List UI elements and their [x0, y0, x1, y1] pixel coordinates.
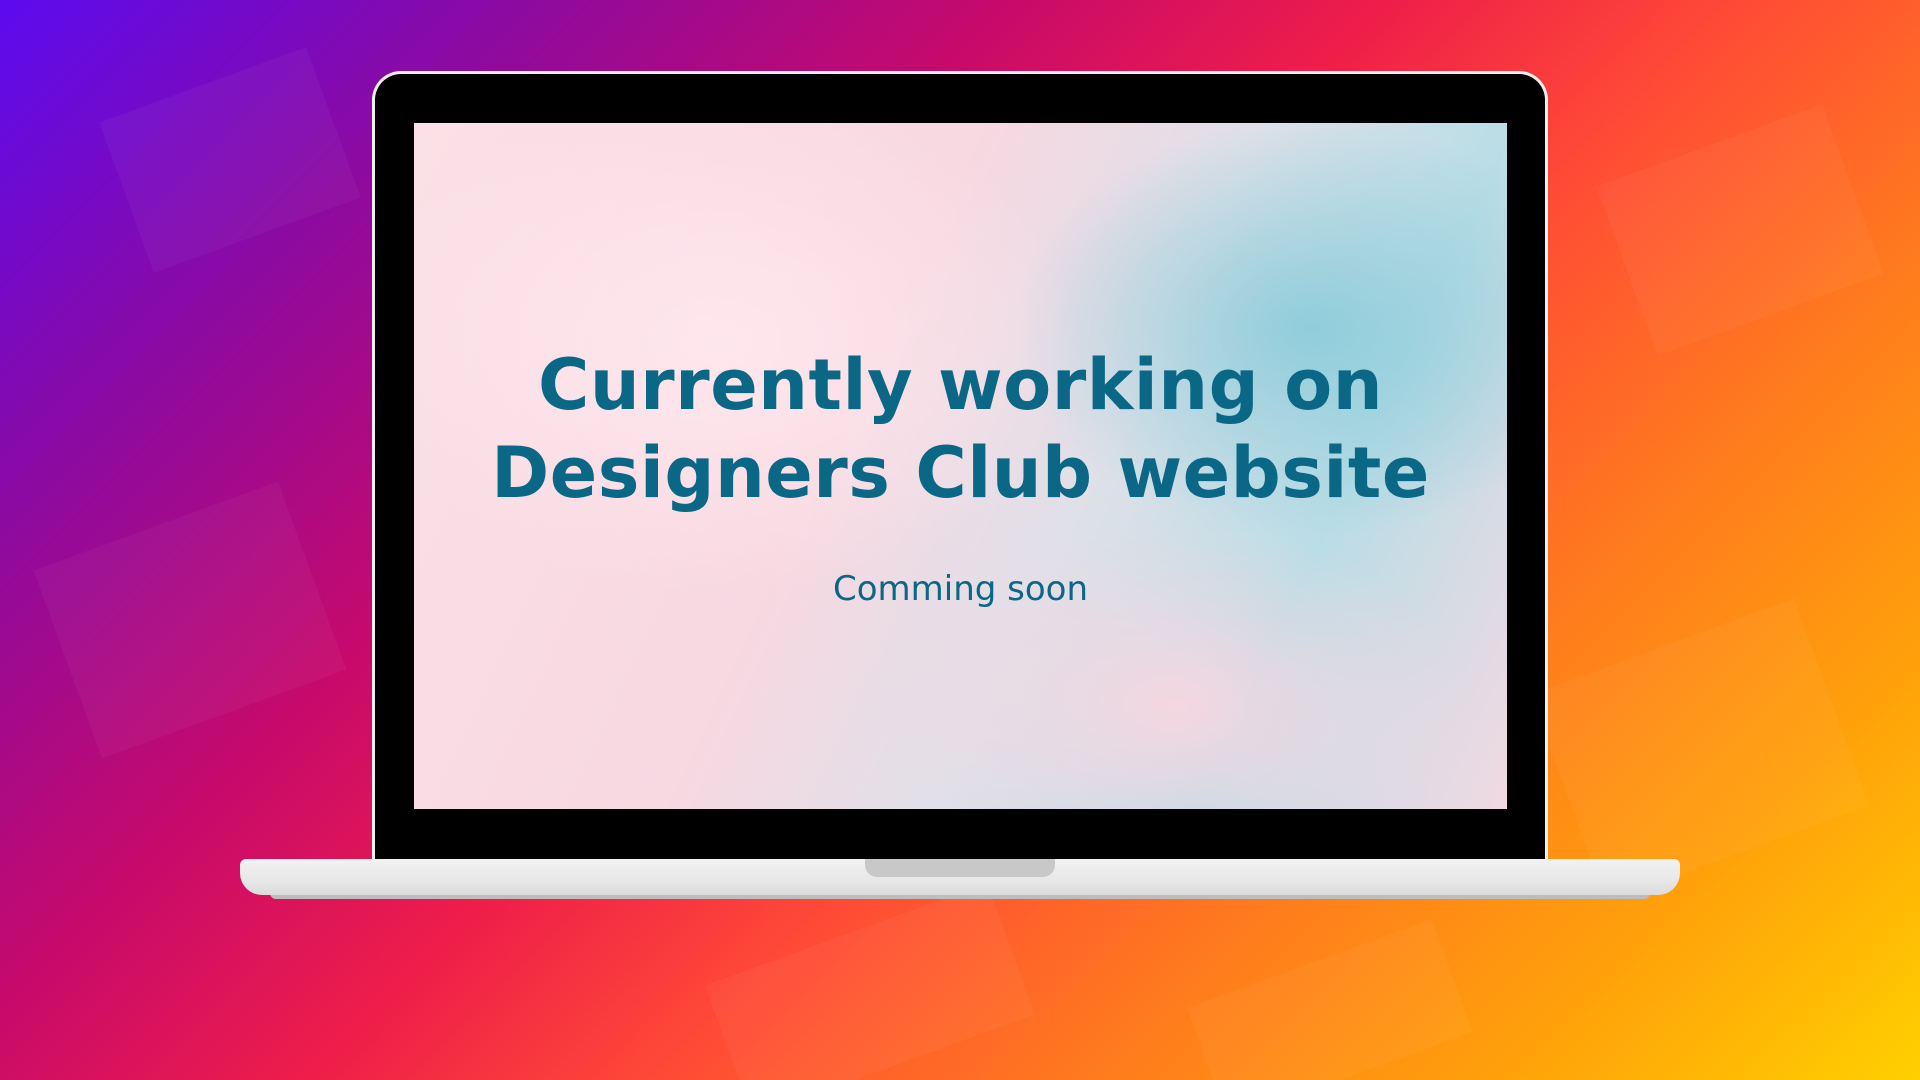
coming-soon-text: Comming soon	[832, 569, 1089, 609]
laptop-mockup: Currently working on Designers Club webs…	[0, 0, 1920, 1080]
page-title: Currently working on Designers Club webs…	[414, 341, 1507, 517]
headline-line-1: Currently working on	[537, 344, 1384, 426]
laptop-screen: Currently working on Designers Club webs…	[414, 123, 1507, 809]
laptop-notch	[865, 859, 1055, 877]
headline-line-2: Designers Club website	[491, 432, 1430, 514]
